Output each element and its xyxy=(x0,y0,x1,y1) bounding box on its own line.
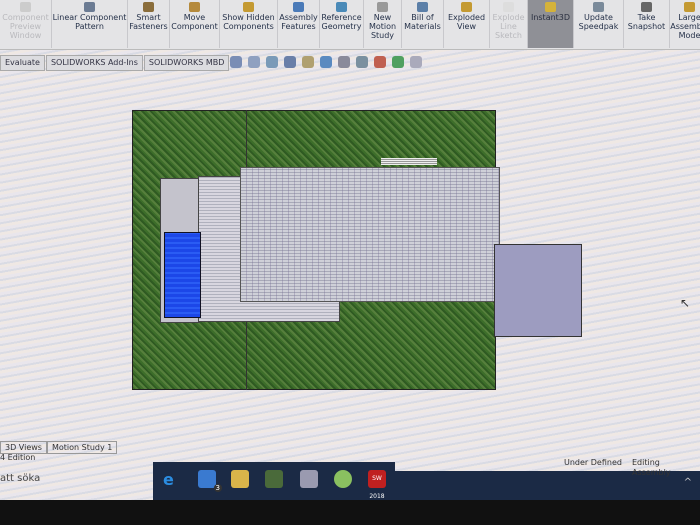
instant3d-icon xyxy=(545,2,556,12)
display-style-icon[interactable] xyxy=(338,56,350,68)
section-view-icon[interactable] xyxy=(284,56,296,68)
status-editing-assembly: Editing Assembly xyxy=(632,458,671,477)
edge-icon[interactable]: e xyxy=(163,470,181,489)
new-motion-study-button[interactable]: New Motion Study xyxy=(364,0,402,48)
monitor-bezel xyxy=(0,500,700,525)
update-speedpak-button[interactable]: Update Speedpak xyxy=(574,0,624,48)
mouse-cursor-icon: ↖ xyxy=(680,296,691,310)
tab-evaluate[interactable]: Evaluate xyxy=(0,55,45,71)
pattern-icon xyxy=(84,2,95,12)
windows-taskbar: e 3 SW 2018 xyxy=(153,462,395,502)
assembly-features-button[interactable]: Assembly Features xyxy=(278,0,320,48)
reference-geometry-button[interactable]: Reference Geometry xyxy=(320,0,364,48)
view-orientation-icon[interactable] xyxy=(320,56,332,68)
smart-fasteners-button[interactable]: Smart Fasteners xyxy=(128,0,170,48)
explode-line-sketch-button[interactable]: Explode Line Sketch xyxy=(490,0,528,48)
mail-badge: 3 xyxy=(213,484,222,492)
mail-icon[interactable]: 3 xyxy=(198,470,222,492)
garage-block[interactable] xyxy=(494,244,582,337)
view-settings-icon[interactable] xyxy=(410,56,422,68)
large-assembly-mode-button[interactable]: Large Assembly Mode xyxy=(670,0,700,48)
windows-search-box[interactable]: att söka xyxy=(0,473,40,484)
roof-vent[interactable] xyxy=(381,158,437,165)
zoom-to-area-icon[interactable] xyxy=(248,56,260,68)
take-snapshot-button[interactable]: Take Snapshot xyxy=(624,0,670,48)
show-hidden-icons-chevron-icon[interactable]: ^ xyxy=(684,477,692,488)
hide-show-items-icon[interactable] xyxy=(356,56,368,68)
exploded-view-icon xyxy=(461,2,472,12)
camera-icon xyxy=(641,2,652,12)
preview-icon xyxy=(20,2,31,12)
dynamic-annotation-icon[interactable] xyxy=(302,56,314,68)
move-icon xyxy=(189,2,200,12)
show-hidden-icon xyxy=(243,2,254,12)
browser-icon[interactable] xyxy=(334,470,352,488)
explode-line-icon xyxy=(503,2,514,12)
assembly-features-icon xyxy=(293,2,304,12)
edit-appearance-icon[interactable] xyxy=(374,56,386,68)
linear-component-pattern-button[interactable]: Linear Component Pattern xyxy=(52,0,128,48)
zoom-to-fit-icon[interactable] xyxy=(230,56,242,68)
bom-icon xyxy=(417,2,428,12)
file-explorer-icon[interactable] xyxy=(231,470,249,488)
show-hidden-components-button[interactable]: Show Hidden Components xyxy=(220,0,278,48)
command-manager-tabs: Evaluate SOLIDWORKS Add-Ins SOLIDWORKS M… xyxy=(0,55,230,71)
move-component-button[interactable]: Move Component xyxy=(170,0,220,48)
bill-of-materials-button[interactable]: Bill of Materials xyxy=(402,0,444,48)
edition-label: 4 Edition xyxy=(0,453,36,462)
network-app-icon[interactable] xyxy=(300,470,318,488)
nvidia-icon[interactable] xyxy=(265,470,283,488)
house-main-body[interactable] xyxy=(240,167,500,302)
tab-solidworks-mbd[interactable]: SOLIDWORKS MBD xyxy=(143,55,230,71)
instant3d-button[interactable]: Instant3D xyxy=(528,0,574,48)
reference-geometry-icon xyxy=(336,2,347,12)
command-manager-toolbar: Component Preview Window Linear Componen… xyxy=(0,0,700,50)
exploded-view-button[interactable]: Exploded View xyxy=(444,0,490,48)
heads-up-view-toolbar xyxy=(230,56,422,68)
swimming-pool[interactable] xyxy=(164,232,201,318)
component-preview-window-button[interactable]: Component Preview Window xyxy=(0,0,52,48)
tab-solidworks-add-ins[interactable]: SOLIDWORKS Add-Ins xyxy=(45,55,143,71)
motion-study-icon xyxy=(377,2,388,12)
status-under-defined: Under Defined xyxy=(564,458,622,467)
tab-motion-study-1[interactable]: Motion Study 1 xyxy=(46,441,118,454)
speedpak-icon xyxy=(593,2,604,12)
fastener-icon xyxy=(143,2,154,12)
solidworks-icon[interactable]: SW 2018 xyxy=(368,470,386,500)
apply-scene-icon[interactable] xyxy=(392,56,404,68)
previous-view-icon[interactable] xyxy=(266,56,278,68)
large-assembly-icon xyxy=(684,2,695,12)
